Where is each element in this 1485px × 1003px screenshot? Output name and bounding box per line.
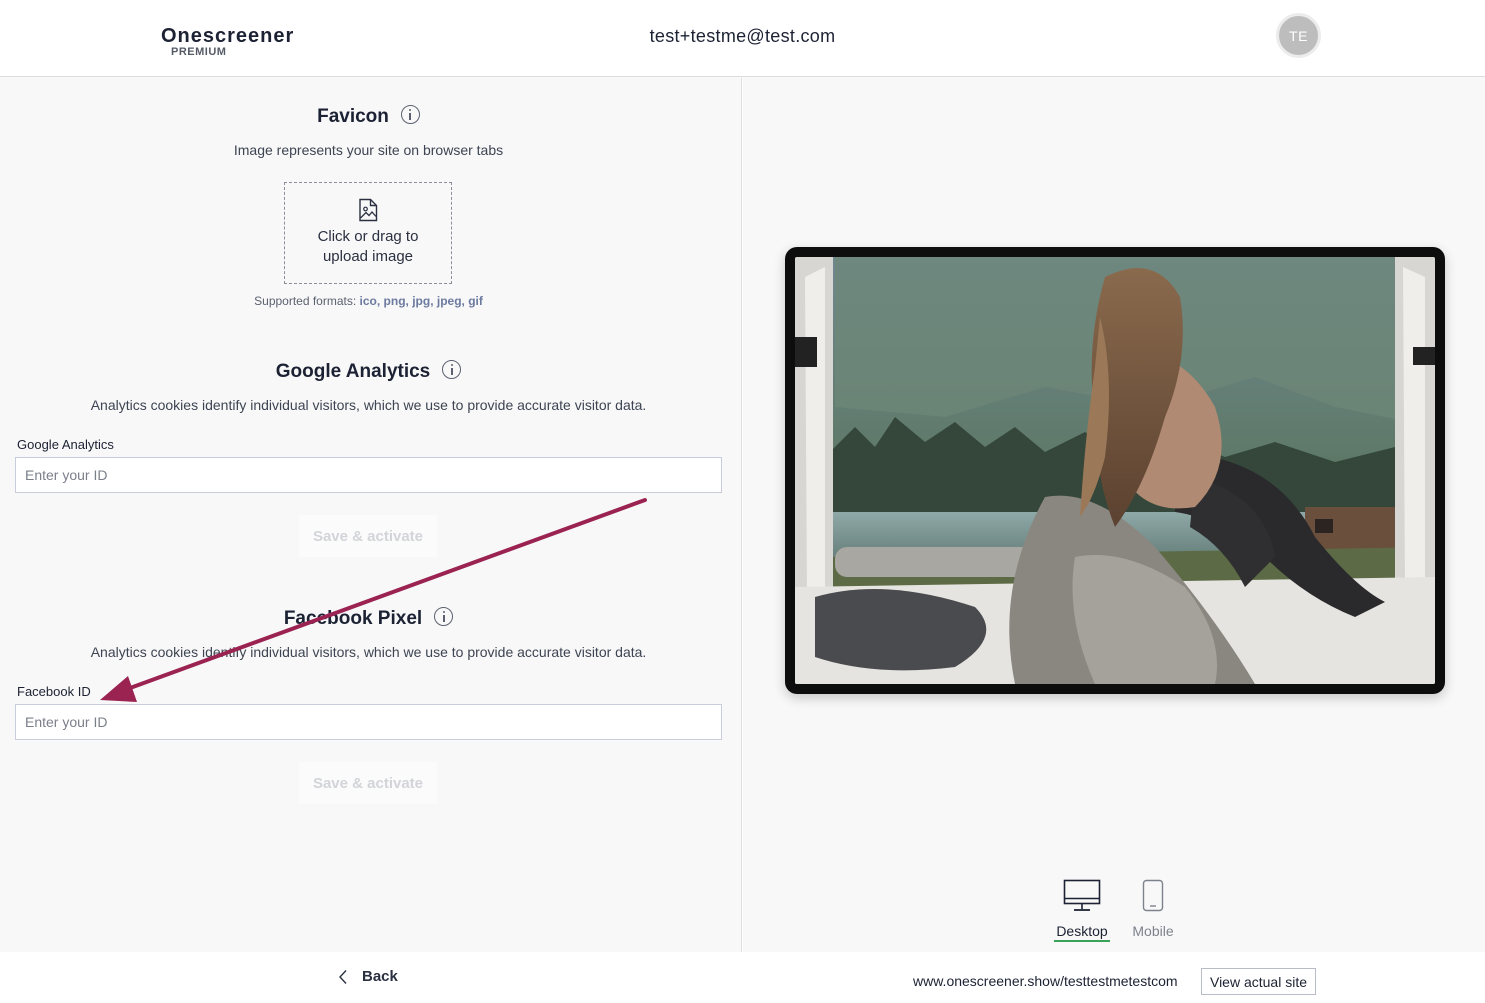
google-analytics-title: Google Analytics [275,361,431,382]
image-upload-icon [359,198,378,222]
chevron-left-icon [339,969,347,984]
desktop-device-frame [785,247,1445,694]
facebook-pixel-title: Facebook Pixel [283,608,423,629]
facebook-pixel-save-button[interactable]: Save & activate [299,762,437,804]
facebook-id-label: Facebook ID [17,684,91,699]
user-avatar[interactable]: TE [1276,13,1321,58]
upload-text-line1: Click or drag to [317,228,419,245]
google-analytics-section-title: Google Analytics [0,360,737,383]
site-preview-screen [795,257,1435,684]
site-url: www.onescreener.show/testtestmetestcom [913,973,1178,989]
preview-panel: Desktop Mobile [743,78,1485,952]
top-header: Onescreener PREMIUM test+testme@test.com… [0,0,1485,77]
mobile-view-toggle[interactable]: Mobile [1128,879,1178,939]
facebook-id-input[interactable] [15,704,722,740]
google-analytics-label: Google Analytics [17,437,114,452]
google-analytics-description: Analytics cookies identify individual vi… [90,397,647,413]
info-icon[interactable] [400,105,420,124]
upload-instructions: Click or drag to upload image [285,227,451,267]
favicon-section-title: Favicon [0,105,737,128]
bottom-footer: Back www.onescreener.show/testtestmetest… [0,952,1485,1003]
view-actual-site-button[interactable]: View actual site [1201,968,1316,995]
facebook-pixel-section-title: Facebook Pixel [0,607,737,630]
mobile-view-label: Mobile [1132,923,1174,939]
formats-list: ico, png, jpg, jpeg, gif [359,294,483,308]
back-button[interactable]: Back [338,968,398,985]
desktop-view-toggle[interactable]: Desktop [1054,879,1110,942]
google-analytics-input[interactable] [15,457,722,493]
favicon-title: Favicon [317,106,389,127]
info-icon[interactable] [442,360,462,379]
preview-background-photo [795,257,1435,684]
settings-panel: Favicon Image represents your site on br… [0,78,742,952]
upload-text-line2: upload image [322,248,414,265]
info-icon[interactable] [434,607,454,626]
monitor-icon [1063,879,1101,911]
favicon-description: Image represents your site on browser ta… [233,142,504,158]
facebook-pixel-description: Analytics cookies identify individual vi… [90,644,647,660]
formats-prefix: Supported formats: [254,294,360,308]
favicon-upload-dropzone[interactable]: Click or drag to upload image [284,182,452,284]
brand-tier-label: PREMIUM [171,46,227,58]
supported-formats: Supported formats: ico, png, jpg, jpeg, … [0,294,737,308]
back-label: Back [362,968,398,985]
phone-icon [1142,879,1164,912]
google-analytics-save-button[interactable]: Save & activate [299,515,437,557]
desktop-view-label: Desktop [1054,923,1110,942]
user-email: test+testme@test.com [649,26,836,46]
